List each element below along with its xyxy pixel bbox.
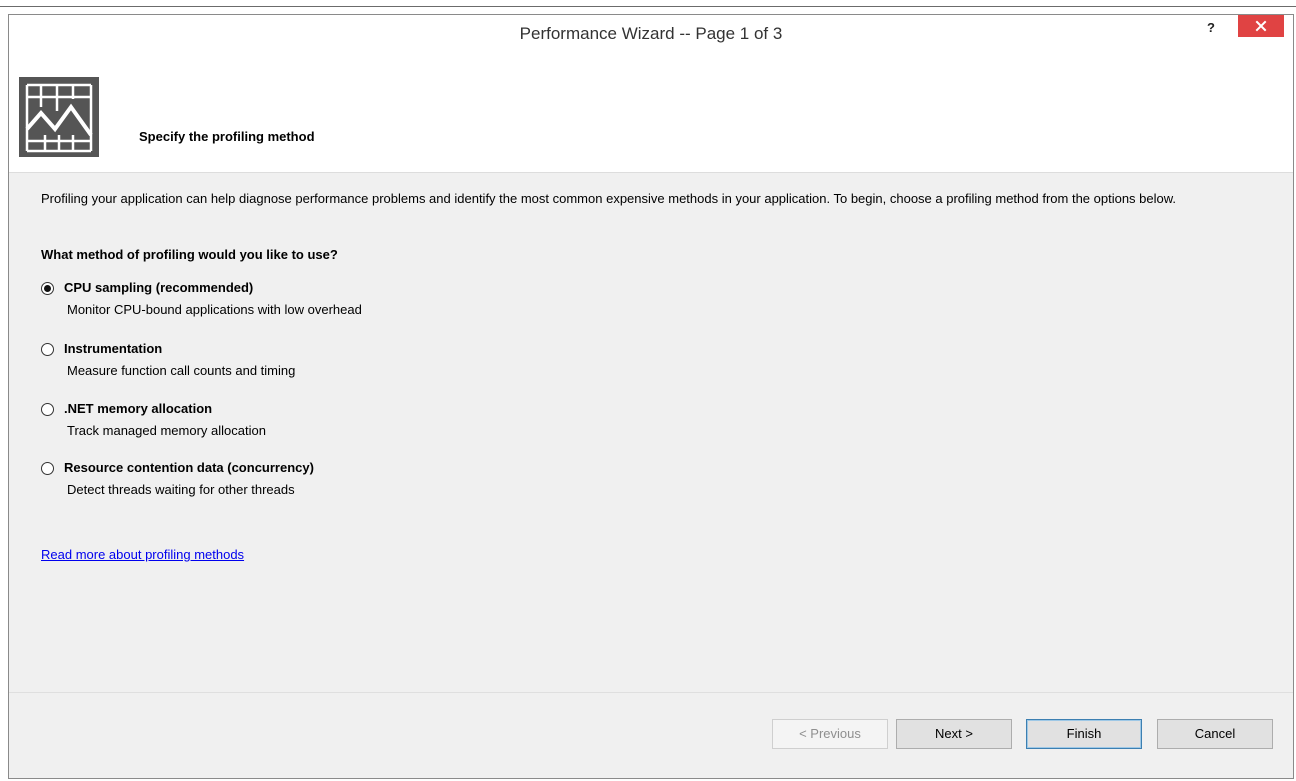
help-button[interactable]: ? — [1199, 17, 1223, 39]
next-button[interactable]: Next > — [896, 719, 1012, 749]
option-instrumentation[interactable]: Instrumentation Measure function call co… — [41, 340, 295, 380]
performance-chart-icon — [19, 77, 99, 157]
radio-cpu-sampling[interactable] — [41, 281, 54, 295]
previous-button[interactable]: < Previous — [772, 719, 888, 749]
radio-resource-contention[interactable] — [41, 461, 54, 475]
screen-top-border — [0, 6, 1296, 7]
page-title: Specify the profiling method — [139, 129, 315, 144]
close-button[interactable] — [1238, 15, 1284, 37]
option-description: Monitor CPU-bound applications with low … — [67, 302, 362, 317]
wizard-header: Specify the profiling method — [9, 53, 1293, 173]
radio-dotnet-memory[interactable] — [41, 402, 54, 416]
option-resource-contention[interactable]: Resource contention data (concurrency) D… — [41, 459, 314, 499]
cancel-button[interactable]: Cancel — [1157, 719, 1273, 749]
performance-wizard-dialog: Performance Wizard -- Page 1 of 3 ? Spec… — [8, 14, 1294, 779]
window-title: Performance Wizard -- Page 1 of 3 — [519, 24, 783, 43]
finish-button[interactable]: Finish — [1026, 719, 1142, 749]
profiling-question: What method of profiling would you like … — [41, 247, 338, 262]
option-label[interactable]: Resource contention data (concurrency) — [64, 459, 314, 477]
option-cpu-sampling[interactable]: CPU sampling (recommended) Monitor CPU-b… — [41, 279, 362, 319]
option-description: Track managed memory allocation — [67, 423, 266, 438]
read-more-link[interactable]: Read more about profiling methods — [41, 546, 244, 564]
option-description: Detect threads waiting for other threads — [67, 482, 295, 497]
option-dotnet-memory[interactable]: .NET memory allocation Track managed mem… — [41, 400, 266, 440]
option-label[interactable]: CPU sampling (recommended) — [64, 279, 253, 297]
footer-separator — [9, 692, 1293, 693]
option-label[interactable]: Instrumentation — [64, 340, 162, 358]
radio-instrumentation[interactable] — [41, 342, 54, 356]
option-label[interactable]: .NET memory allocation — [64, 400, 212, 418]
title-bar[interactable]: Performance Wizard -- Page 1 of 3 ? — [9, 15, 1293, 53]
close-icon — [1255, 20, 1267, 32]
option-description: Measure function call counts and timing — [67, 363, 296, 378]
intro-text: Profiling your application can help diag… — [41, 191, 1177, 206]
